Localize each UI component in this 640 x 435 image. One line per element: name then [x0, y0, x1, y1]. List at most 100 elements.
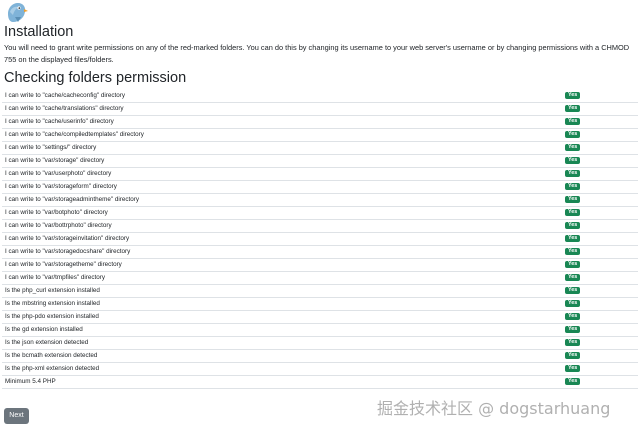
check-row: I can write to "cache/userinfo" director…	[2, 115, 638, 129]
check-label: I can write to "var/bottrphoto" director…	[2, 219, 565, 233]
check-row: Is the gd extension installed Yes	[2, 323, 638, 337]
bird-logo-graphic	[8, 3, 28, 22]
check-status-cell: Yes	[565, 193, 638, 207]
check-status-cell: Yes	[565, 128, 638, 142]
check-status-cell: Yes	[565, 297, 638, 311]
status-badge: Yes	[565, 234, 581, 242]
status-badge: Yes	[565, 195, 581, 203]
check-status-cell: Yes	[565, 232, 638, 246]
check-row: I can write to "var/userphoto" directory…	[2, 167, 638, 181]
status-badge: Yes	[565, 208, 581, 216]
status-badge: Yes	[565, 351, 581, 359]
status-badge: Yes	[565, 377, 581, 385]
check-status-cell: Yes	[565, 258, 638, 272]
check-status-cell: Yes	[565, 141, 638, 155]
check-row: I can write to "cache/compiledtemplates"…	[2, 128, 638, 142]
installation-intro: You will need to grant write permissions…	[4, 43, 630, 64]
check-status-cell: Yes	[565, 284, 638, 298]
check-label: Is the json extension detected	[2, 336, 565, 350]
check-row: I can write to "var/storageadmintheme" d…	[2, 193, 638, 207]
status-badge: Yes	[565, 286, 581, 294]
check-row: Is the json extension detected Yes	[2, 336, 638, 350]
check-row: I can write to "cache/cacheconfig" direc…	[2, 90, 638, 103]
status-badge: Yes	[565, 156, 581, 164]
check-label: I can write to "var/storageinvitation" d…	[2, 232, 565, 246]
check-label: I can write to "var/storagedocshare" dir…	[2, 245, 565, 259]
check-label: Is the php_curl extension installed	[2, 284, 565, 298]
check-status-cell: Yes	[565, 180, 638, 194]
check-row: I can write to "var/storageinvitation" d…	[2, 232, 638, 246]
check-label: Is the gd extension installed	[2, 323, 565, 337]
status-badge: Yes	[565, 104, 581, 112]
check-label: I can write to "var/storageform" directo…	[2, 180, 565, 194]
check-row: Is the mbstring extension installed Yes	[2, 297, 638, 311]
check-row: Is the php-xml extension detected Yes	[2, 362, 638, 376]
status-badge: Yes	[565, 325, 581, 333]
check-status-cell: Yes	[565, 271, 638, 285]
check-row: Is the bcmath extension detected Yes	[2, 349, 638, 363]
check-status-cell: Yes	[565, 336, 638, 350]
check-row: Is the php-pdo extension installed Yes	[2, 310, 638, 324]
check-row: Is the php_curl extension installed Yes	[2, 284, 638, 298]
permission-checks-table: I can write to "cache/cacheconfig" direc…	[2, 90, 638, 389]
check-status-cell: Yes	[565, 167, 638, 181]
status-badge: Yes	[565, 273, 581, 281]
status-badge: Yes	[565, 338, 581, 346]
check-status-cell: Yes	[565, 102, 638, 116]
permission-checks-body: I can write to "cache/cacheconfig" direc…	[2, 90, 638, 389]
check-label: I can write to "var/storagetheme" direct…	[2, 258, 565, 272]
check-label: Is the php-xml extension detected	[2, 362, 565, 376]
check-row: I can write to "settings/" directory Yes	[2, 141, 638, 155]
check-label: I can write to "var/tmpfiles" directory	[2, 271, 565, 285]
check-label: I can write to "var/userphoto" directory	[2, 167, 565, 181]
check-status-cell: Yes	[565, 115, 638, 129]
status-badge: Yes	[565, 117, 581, 125]
check-label: Is the php-pdo extension installed	[2, 310, 565, 324]
check-label: I can write to "var/storage" directory	[2, 154, 565, 168]
check-label: I can write to "cache/compiledtemplates"…	[2, 128, 565, 142]
check-label: I can write to "cache/userinfo" director…	[2, 115, 565, 129]
status-badge: Yes	[565, 143, 581, 151]
status-badge: Yes	[565, 299, 581, 307]
check-status-cell: Yes	[565, 154, 638, 168]
check-status-cell: Yes	[565, 206, 638, 220]
status-badge: Yes	[565, 221, 581, 229]
check-row: I can write to "var/storagedocshare" dir…	[2, 245, 638, 259]
check-status-cell: Yes	[565, 323, 638, 337]
status-badge: Yes	[565, 260, 581, 268]
next-button[interactable]: Next	[4, 408, 29, 424]
check-label: Is the mbstring extension installed	[2, 297, 565, 311]
status-badge: Yes	[565, 91, 581, 99]
check-row: I can write to "var/bottrphoto" director…	[2, 219, 638, 233]
check-row: I can write to "var/botphoto" directory Y…	[2, 206, 638, 220]
status-badge: Yes	[565, 169, 581, 177]
check-status-cell: Yes	[565, 219, 638, 233]
check-row: Minimum 5.4 PHP Yes	[2, 375, 638, 389]
watermark: 掘金技术社区 @ dogstarhuang	[377, 399, 611, 418]
check-label: I can write to "cache/cacheconfig" direc…	[2, 90, 565, 103]
status-badge: Yes	[565, 182, 581, 190]
check-status-cell: Yes	[565, 245, 638, 259]
bird-logo-icon	[4, 2, 28, 24]
check-row: I can write to "var/storageform" directo…	[2, 180, 638, 194]
status-badge: Yes	[565, 247, 581, 255]
check-label: I can write to "var/storageadmintheme" d…	[2, 193, 565, 207]
check-label: I can write to "cache/translations" dire…	[2, 102, 565, 116]
installation-title: Installation	[4, 24, 74, 40]
check-row: I can write to "var/tmpfiles" directory Y…	[2, 271, 638, 285]
check-status-cell: Yes	[565, 349, 638, 363]
check-label: I can write to "settings/" directory	[2, 141, 565, 155]
check-label: Is the bcmath extension detected	[2, 349, 565, 363]
check-row: I can write to "cache/translations" dire…	[2, 102, 638, 116]
checks-title: Checking folders permission	[4, 70, 187, 86]
check-label: I can write to "var/botphoto" directory	[2, 206, 565, 220]
check-status-cell: Yes	[565, 362, 638, 376]
status-badge: Yes	[565, 312, 581, 320]
check-status-cell: Yes	[565, 90, 638, 103]
status-badge: Yes	[565, 364, 581, 372]
check-status-cell: Yes	[565, 375, 638, 389]
check-label: Minimum 5.4 PHP	[2, 375, 565, 389]
check-status-cell: Yes	[565, 310, 638, 324]
check-row: I can write to "var/storagetheme" direct…	[2, 258, 638, 272]
check-row: I can write to "var/storage" directory Ye…	[2, 154, 638, 168]
